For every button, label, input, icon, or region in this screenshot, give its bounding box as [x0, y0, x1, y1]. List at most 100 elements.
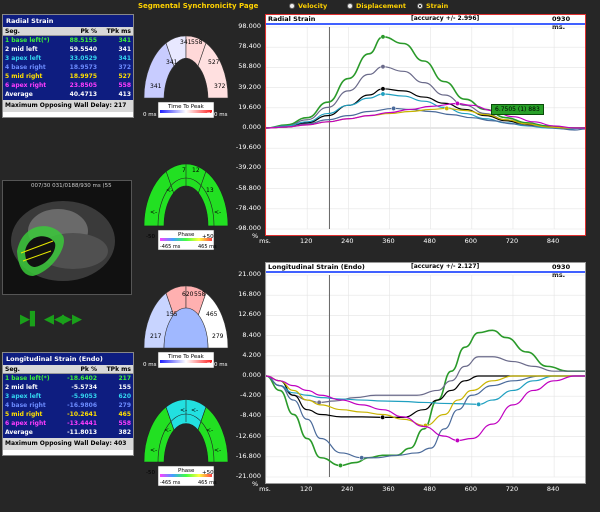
y-tick-label: -98.000: [235, 224, 261, 232]
wheel-segment-value: <-: [214, 447, 221, 454]
table-row[interactable]: 3 apex left -5.9053 620: [3, 392, 133, 401]
peak-marker: [454, 437, 460, 443]
wheel-segment-value: 341: [150, 83, 162, 90]
table-row[interactable]: 5 mid right -10.2641 465: [3, 410, 133, 419]
table-cell: 3 apex left: [5, 55, 42, 62]
y-tick-label: -8.400: [240, 411, 261, 420]
step-back-button[interactable]: ◀◀: [44, 312, 64, 327]
mode-velocity-radio[interactable]: Velocity: [289, 2, 327, 10]
step-forward-button[interactable]: ▶▶: [62, 312, 82, 327]
y-tick-label: -78.400: [235, 203, 261, 212]
table-cell: 18.9573: [69, 64, 97, 71]
series-line: [266, 329, 585, 467]
table-cell: -10.2641: [67, 411, 97, 418]
play-button[interactable]: ▶▌: [20, 312, 40, 327]
radial-strain-table: Radial Strain Seg. Pk % TPk ms 1 base le…: [2, 14, 134, 118]
table-cell: 341: [118, 37, 131, 44]
y-tick-label: 21.000: [238, 270, 261, 278]
table-cell: 1 base left(*): [5, 37, 50, 44]
series-line: [266, 356, 585, 404]
table-cell: 3 apex left: [5, 393, 42, 400]
y-tick-label: -21.000: [235, 472, 261, 480]
wheel-segment-value: <-: [206, 427, 213, 434]
time-to-peak-wheel-longitudinal[interactable]: 620 558 465 279 217 155 Time To Peak: [136, 264, 236, 368]
table-cell: 558: [118, 82, 131, 89]
legend-title: Time To Peak: [167, 104, 205, 110]
table-row[interactable]: 1 base left(*) 88.5155 341: [3, 36, 133, 45]
longitudinal-strain-plot: [266, 271, 585, 478]
y-tick-label: 39.200: [238, 82, 261, 91]
y-unit-label: %: [252, 232, 259, 240]
x-tick-label: 360: [382, 237, 395, 245]
wheel-segment-value: <-: [166, 187, 173, 194]
peak-marker: [380, 64, 386, 70]
longitudinal-strain-chart[interactable]: Longitudinal Strain (Endo) [accuracy +/-…: [265, 262, 586, 484]
table-row[interactable]: 2 mid left 59.5540 341: [3, 45, 133, 54]
x-tick-label: 120: [299, 237, 313, 245]
table-row[interactable]: 5 mid right 18.9975 527: [3, 72, 133, 81]
legend-range-min: -465 ms: [160, 244, 181, 250]
legend-max: +50: [202, 470, 214, 476]
mode-displacement-radio[interactable]: Displacement: [347, 2, 406, 10]
x-tick-label: 720: [505, 485, 519, 493]
radio-dot-icon: [289, 3, 295, 9]
wheel-segment-value: 558: [194, 291, 206, 298]
wheel-segment-value: 341: [180, 39, 192, 46]
table-row[interactable]: 4 base right -16.9806 279: [3, 401, 133, 410]
wheel-segment-value: 341: [166, 59, 178, 66]
table-row[interactable]: 2 mid left -5.5734 155: [3, 383, 133, 392]
table-cell: 155: [118, 384, 131, 391]
table-header: Seg. Pk % TPk ms: [3, 365, 133, 374]
table-cell: 23.8505: [69, 82, 97, 89]
legend-range-max: 465 ms: [198, 480, 217, 486]
table-cell: 372: [118, 64, 131, 71]
table-title: Longitudinal Strain (Endo): [3, 353, 133, 365]
legend-range-max: 465 ms: [198, 244, 217, 250]
table-row[interactable]: 1 base left(*) -18.6402 217: [3, 374, 133, 383]
table-cell: -16.9806: [67, 402, 97, 409]
time-to-peak-wheel-radial[interactable]: 341 558 527 341 341 372 Time To Peak: [136, 14, 236, 118]
y-tick-label: 0.000: [242, 123, 261, 131]
wheel-segment-value: 155: [166, 311, 178, 318]
series-line: [266, 375, 585, 442]
table-row[interactable]: 6 apex right -13.4441 558: [3, 419, 133, 428]
y-tick-label: -4.200: [240, 391, 261, 400]
table-cell: -5.5734: [71, 384, 97, 391]
table-cell: 18.9975: [69, 73, 97, 80]
table-cell: 341: [118, 55, 131, 62]
table-header: Seg. Pk % TPk ms: [3, 27, 133, 36]
y-tick-label: 8.400: [242, 330, 261, 339]
y-tick-label: -16.800: [235, 451, 261, 460]
y-unit-label: %: [252, 480, 259, 488]
x-tick-label: 600: [464, 237, 477, 245]
legend-title: Phase: [178, 468, 195, 474]
y-tick-label: 19.600: [238, 102, 261, 111]
series-line: [266, 375, 585, 427]
legend-min: -50: [146, 234, 155, 240]
peak-marker: [380, 34, 386, 40]
table-cell: -13.4441: [67, 420, 97, 427]
echo-image[interactable]: 007/30 031/0188/930 ms (55: [2, 180, 132, 295]
table-row[interactable]: 4 base right 18.9573 372: [3, 63, 133, 72]
wheel-segment-value: 279: [212, 333, 224, 340]
table-cell: 88.5155: [69, 37, 97, 44]
radial-strain-chart[interactable]: Radial Strain [accuracy +/- 2.996] 0930 …: [265, 14, 586, 236]
table-cell: 279: [118, 402, 131, 409]
legend-min: 0 ms: [143, 112, 157, 118]
chart-top-strip: [266, 23, 585, 25]
y-tick-label: 0.000: [242, 371, 261, 379]
peak-marker: [337, 463, 343, 468]
legend-max: 930 ms: [207, 362, 228, 368]
legend-title: Phase: [178, 232, 195, 238]
wheel-segment-value: 12: [192, 167, 200, 174]
x-tick-label: 240: [341, 485, 354, 493]
table-row[interactable]: 3 apex left 33.0529 341: [3, 54, 133, 63]
x-tick-label: 360: [382, 485, 395, 493]
table-cell: 341: [118, 46, 131, 53]
mode-strain-radio[interactable]: Strain: [417, 2, 448, 10]
table-cell: 6 apex right: [5, 82, 47, 89]
table-row[interactable]: 6 apex right 23.8505 558: [3, 81, 133, 90]
echo-image-graphic: [11, 201, 115, 281]
table-cell: 5 mid right: [5, 411, 43, 418]
y-tick-label: -39.200: [235, 163, 261, 172]
